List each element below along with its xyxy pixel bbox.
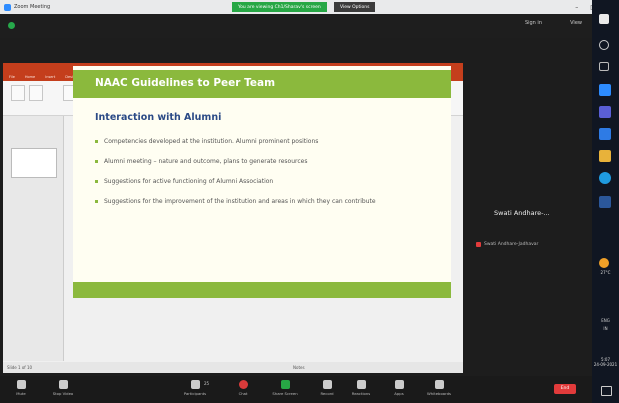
slide-subtitle: Interaction with Alumni — [95, 112, 222, 123]
meeting-top-strip: Sign in View — [0, 14, 592, 38]
tab-home[interactable]: Home — [25, 75, 35, 79]
slide-counter: Slide 1 of 10 — [7, 365, 33, 370]
shield-icon[interactable] — [8, 22, 15, 29]
store-icon[interactable] — [599, 128, 611, 140]
share-screen-icon — [280, 380, 290, 389]
zoom-app-icon — [4, 3, 11, 11]
from-beginning-button[interactable] — [11, 85, 25, 101]
slide-footer-bar — [73, 282, 451, 298]
share-screen-button[interactable]: Share Screen — [270, 380, 300, 396]
language-indicator[interactable]: ENG — [595, 318, 616, 323]
meeting-toolbar: Mute Stop Video Participants 25 Chat Sha… — [0, 376, 592, 403]
microphone-icon — [16, 380, 26, 389]
participants-icon — [190, 380, 200, 389]
clock-date: 24-09-2021 — [593, 362, 618, 367]
participant-name: Swati Andhare-... — [494, 209, 550, 217]
participant-label: Swati Andhare-Jadhavar — [476, 242, 538, 247]
sign-in-link[interactable]: Sign in — [525, 20, 542, 26]
view-button[interactable]: View — [570, 20, 582, 26]
chat-button[interactable]: Chat — [228, 380, 258, 396]
list-item: Suggestions for the improvement of the i… — [95, 196, 435, 207]
teams-icon[interactable] — [599, 106, 611, 118]
file-explorer-icon[interactable] — [599, 150, 611, 162]
edge-browser-icon[interactable] — [599, 172, 611, 184]
zoom-taskbar-icon[interactable] — [599, 84, 611, 96]
mute-button[interactable]: Mute — [6, 380, 36, 396]
tab-file[interactable]: File — [9, 75, 15, 79]
record-icon — [322, 380, 332, 389]
end-meeting-button[interactable]: End — [554, 384, 576, 394]
share-screen-label: Share Screen — [272, 391, 298, 396]
chat-label: Chat — [238, 391, 248, 396]
notes-button[interactable]: Notes — [293, 365, 305, 370]
apps-icon — [394, 380, 404, 389]
windows-taskbar: 27°C ENG IN 5:07 24-09-2021 — [592, 0, 619, 403]
windows-start-icon[interactable] — [599, 14, 609, 24]
word-icon[interactable] — [599, 196, 611, 208]
powerpoint-status-bar: Slide 1 of 10 Notes — [3, 362, 463, 373]
slide-thumbnails-pane[interactable] — [3, 116, 64, 361]
window-title: Zoom Meeting — [14, 4, 51, 10]
reactions-button[interactable]: Reactions — [346, 380, 376, 396]
stop-video-label: Stop Video — [52, 391, 74, 396]
video-camera-icon — [58, 380, 68, 389]
record-button[interactable]: Record — [312, 380, 342, 396]
search-icon[interactable] — [599, 40, 609, 50]
whiteboards-label: Whiteboards — [427, 391, 451, 396]
slide: NAAC Guidelines to Peer Team Interaction… — [73, 66, 451, 298]
slide-bullet-list: Competencies developed at the institutio… — [95, 136, 435, 216]
weather-temperature: 27°C — [600, 270, 611, 275]
minimize-button[interactable]: – — [575, 4, 578, 11]
whiteboards-button[interactable]: Whiteboards — [424, 380, 454, 396]
screen-share-banner: You are viewing Ch1/Sharav's screen — [232, 2, 327, 12]
region-indicator: IN — [603, 326, 608, 331]
slide-title: NAAC Guidelines to Peer Team — [95, 77, 276, 89]
reactions-icon — [356, 380, 366, 389]
slide-thumbnail[interactable] — [11, 148, 57, 178]
list-item: Alumni meeting – nature and outcome, pla… — [95, 156, 435, 167]
view-options-button[interactable]: View Options — [334, 2, 376, 12]
notification-icon[interactable] — [601, 386, 612, 396]
mute-label: Mute — [16, 391, 26, 396]
task-view-icon[interactable] — [599, 62, 609, 71]
weather-icon[interactable] — [599, 258, 609, 268]
participants-count: 25 — [204, 381, 210, 386]
participant-full-name: Swati Andhare-Jadhavar — [484, 242, 539, 247]
chat-icon — [238, 380, 248, 389]
participant-tile[interactable]: Swati Andhare-... Swati Andhare-Jadhavar — [470, 195, 585, 275]
list-item: Suggestions for active functioning of Al… — [95, 176, 435, 187]
taskbar-clock[interactable]: 5:07 24-09-2021 — [593, 357, 618, 367]
list-item: Competencies developed at the institutio… — [95, 136, 435, 147]
apps-label: Apps — [394, 391, 404, 396]
whiteboard-icon — [434, 380, 444, 389]
mic-muted-icon — [476, 242, 481, 247]
stop-video-button[interactable]: Stop Video — [48, 380, 78, 396]
tab-insert[interactable]: Insert — [45, 75, 55, 79]
from-current-slide-button[interactable] — [29, 85, 43, 101]
record-label: Record — [320, 391, 334, 396]
reactions-label: Reactions — [351, 391, 371, 396]
participants-label: Participants — [183, 391, 207, 396]
apps-button[interactable]: Apps — [384, 380, 414, 396]
slide-title-bar: NAAC Guidelines to Peer Team — [73, 70, 451, 98]
